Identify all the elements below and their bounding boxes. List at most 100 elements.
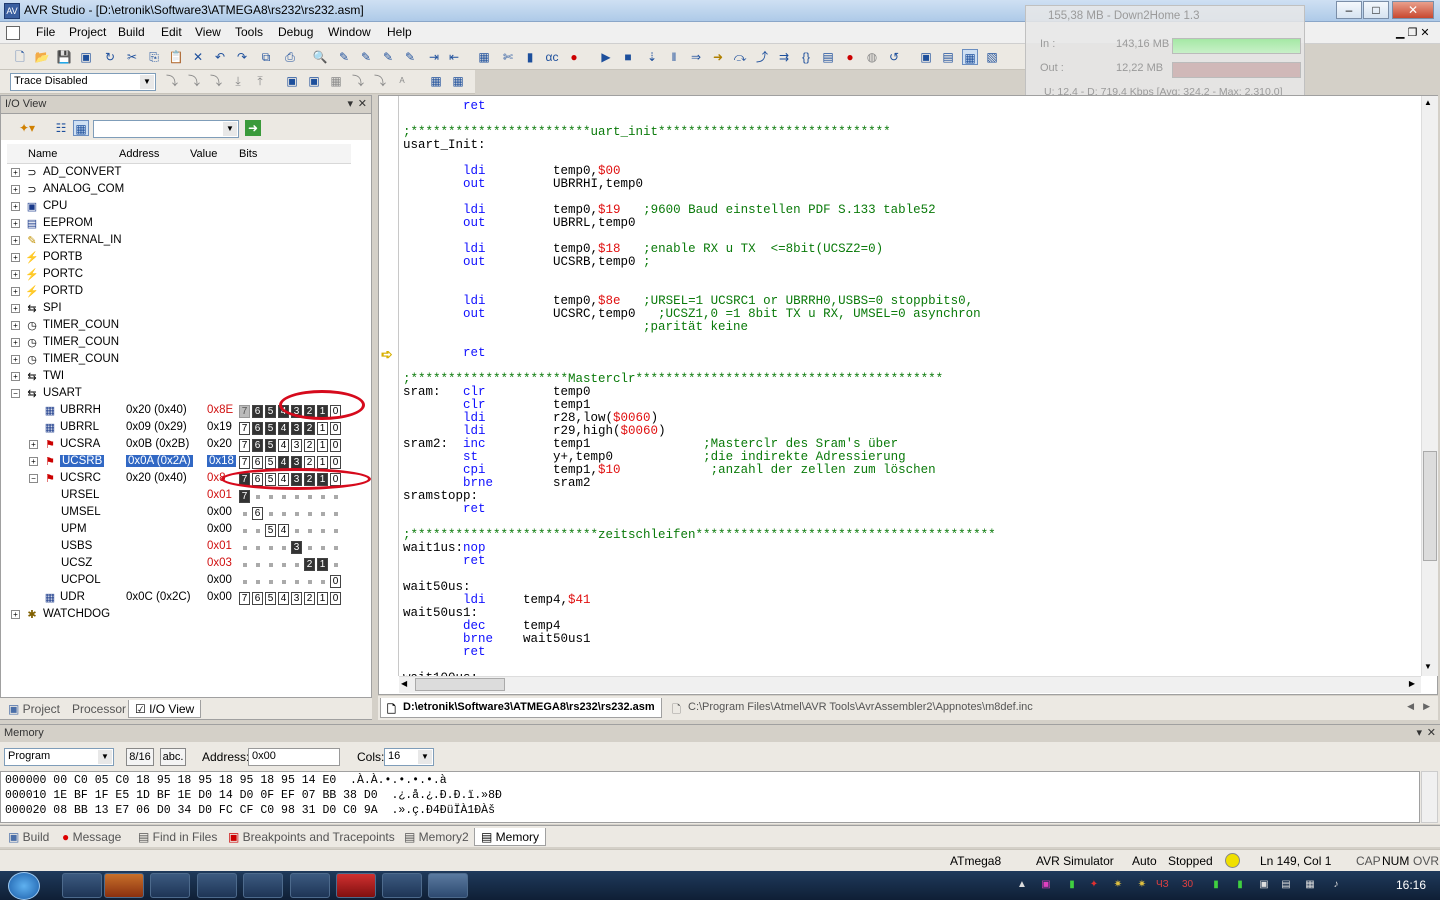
- bit-cell[interactable]: 0: [330, 439, 341, 452]
- bookmark-prev-icon[interactable]: ✎: [380, 49, 396, 65]
- auto-icon[interactable]: A: [394, 73, 410, 89]
- expand-icon[interactable]: +: [11, 168, 20, 177]
- trace-tool-5-icon[interactable]: ⤒: [252, 73, 268, 89]
- pdf-taskbar-icon[interactable]: [336, 873, 376, 898]
- tree-module[interactable]: + ◷ TIMER_COUN: [7, 335, 352, 352]
- maximize-button[interactable]: □: [1363, 1, 1389, 19]
- expand-icon[interactable]: +: [29, 440, 38, 449]
- bitfield-row[interactable]: URSEL 0x01 7: [7, 488, 352, 505]
- bit-cell[interactable]: 6: [252, 456, 263, 469]
- tab-m8def-inc[interactable]: 🗋 C:\Program Files\Atmel\AVR Tools\AvrAss…: [666, 698, 1039, 718]
- tree-module[interactable]: + ▤ EEPROM: [7, 216, 352, 233]
- tree-module[interactable]: + ✱ WATCHDOG: [7, 607, 352, 624]
- bit-cell[interactable]: 2: [304, 422, 315, 435]
- memory-scrollbar[interactable]: [1421, 771, 1438, 823]
- bit-cell[interactable]: 7: [239, 592, 250, 605]
- windows-icon[interactable]: ⧉: [258, 49, 274, 65]
- trace-tool-10-icon[interactable]: ⤵: [372, 73, 388, 89]
- clock[interactable]: 16:16: [1396, 878, 1426, 892]
- tab-project[interactable]: ▣ Project: [2, 700, 66, 718]
- bit-cell[interactable]: 1: [317, 558, 328, 571]
- tree-module[interactable]: + ⚡ PORTD: [7, 284, 352, 301]
- bookmark-icon[interactable]: ✎: [336, 49, 352, 65]
- expand-icon[interactable]: +: [11, 236, 20, 245]
- view-2-icon[interactable]: ▤: [940, 49, 956, 65]
- bit-cell[interactable]: 3: [291, 422, 302, 435]
- expand-icon[interactable]: +: [29, 457, 38, 466]
- bit-cell[interactable]: 0: [330, 422, 341, 435]
- register-row[interactable]: ▦ UBRRL 0x09 (0x29) 0x19 7 6 5 4 3 2 1 0: [7, 420, 352, 437]
- redo-icon[interactable]: ↷: [234, 49, 250, 65]
- pause-icon[interactable]: ‖: [666, 49, 682, 65]
- menu-help[interactable]: Help: [387, 25, 412, 39]
- expand-icon[interactable]: +: [11, 253, 20, 262]
- trace-tool-4-icon[interactable]: ⤓: [230, 73, 246, 89]
- build-icon[interactable]: ✄: [500, 49, 516, 65]
- scroll-up-icon[interactable]: ▲: [1424, 98, 1432, 107]
- find-icon[interactable]: 🔍: [312, 49, 328, 65]
- bit-cell[interactable]: 7: [239, 422, 250, 435]
- computer-taskbar-icon[interactable]: [243, 873, 283, 898]
- bitfield-row[interactable]: UMSEL 0x00 6: [7, 505, 352, 522]
- hscroll-thumb[interactable]: [415, 678, 505, 691]
- bit-cell[interactable]: 0: [330, 575, 341, 588]
- tree-module[interactable]: + ▣ CPU: [7, 199, 352, 216]
- editor-gutter[interactable]: ➪: [379, 96, 399, 676]
- word-size-button[interactable]: 8/16: [126, 748, 154, 766]
- tree-module[interactable]: + ⚡ PORTB: [7, 250, 352, 267]
- paste-icon[interactable]: 📋: [168, 49, 184, 65]
- io-search-combo[interactable]: ▼: [93, 120, 239, 138]
- trace-tool-1-icon[interactable]: ⤵: [164, 73, 180, 89]
- expand-icon[interactable]: +: [11, 202, 20, 211]
- open-icon[interactable]: 📂: [34, 49, 50, 65]
- horizontal-scrollbar[interactable]: ◀ ▶: [399, 676, 1421, 693]
- new-file-icon[interactable]: 🗋: [12, 49, 28, 65]
- tray-8-icon[interactable]: ▣: [1258, 879, 1270, 891]
- media-taskbar-icon[interactable]: [150, 873, 190, 898]
- explorer-taskbar-icon[interactable]: [62, 873, 102, 898]
- tree-module[interactable]: + ⊃ AD_CONVERT: [7, 165, 352, 182]
- trace-tool-9-icon[interactable]: ⤵: [350, 73, 366, 89]
- address-input[interactable]: 0x00: [248, 748, 340, 766]
- tray-4-icon[interactable]: ✷: [1112, 879, 1124, 891]
- bookmark-clear-icon[interactable]: ✎: [402, 49, 418, 65]
- memory-dump[interactable]: 000000 00 C0 05 C0 18 95 18 95 18 95 18 …: [0, 771, 1420, 823]
- menu-window[interactable]: Window: [328, 25, 371, 39]
- tray-2-icon[interactable]: ▮: [1066, 879, 1078, 891]
- bitfield-row[interactable]: UPM 0x00 5 4: [7, 522, 352, 539]
- app-icon[interactable]: AV: [4, 3, 20, 19]
- menu-debug[interactable]: Debug: [278, 25, 313, 39]
- code-editor[interactable]: ➪ ret ;************************uart_init*…: [378, 95, 1438, 695]
- register-row[interactable]: + ⚑ UCSRA 0x0B (0x2B) 0x20 7 6 5 4 3 2 1 0: [7, 437, 352, 454]
- bit-cell[interactable]: 4: [278, 439, 289, 452]
- expand-icon[interactable]: +: [11, 338, 20, 347]
- calculator-taskbar-icon[interactable]: [290, 873, 330, 898]
- reset-icon[interactable]: ⇣: [644, 49, 660, 65]
- bit-cell[interactable]: 2: [304, 558, 315, 571]
- bit-cell[interactable]: 3: [291, 541, 302, 554]
- trace-tool-8-icon[interactable]: ▦: [328, 73, 344, 89]
- expand-icon[interactable]: +: [11, 372, 20, 381]
- bit-cell[interactable]: 7: [239, 456, 250, 469]
- bit-cell[interactable]: 1: [317, 456, 328, 469]
- trace-icon[interactable]: ↺: [886, 49, 902, 65]
- tree-module[interactable]: + ◷ TIMER_COUN: [7, 352, 352, 369]
- bit-cell[interactable]: 6: [252, 405, 263, 418]
- cut-icon[interactable]: ✂: [124, 49, 140, 65]
- bit-cell[interactable]: 2: [304, 439, 315, 452]
- go-arrow-icon[interactable]: ➜: [245, 120, 261, 136]
- menu-view[interactable]: View: [195, 25, 221, 39]
- scroll-left-icon[interactable]: ◀: [401, 679, 407, 688]
- trace-tool-12-icon[interactable]: ▦: [450, 73, 466, 89]
- view-3-icon[interactable]: ▦: [962, 49, 978, 65]
- tab-io-view[interactable]: ☑ I/O View: [128, 700, 202, 718]
- bit-cell[interactable]: 4: [278, 456, 289, 469]
- ascii-toggle-button[interactable]: abc.: [160, 748, 186, 766]
- bit-cell[interactable]: 1: [317, 422, 328, 435]
- tree-module[interactable]: + ◷ TIMER_COUN: [7, 318, 352, 335]
- refresh-icon[interactable]: ↻: [102, 49, 118, 65]
- breakpoint-icon[interactable]: ●: [842, 49, 858, 65]
- bit-cell[interactable]: 5: [265, 422, 276, 435]
- bit-cell[interactable]: 0: [330, 592, 341, 605]
- collapse-icon[interactable]: −: [29, 474, 38, 483]
